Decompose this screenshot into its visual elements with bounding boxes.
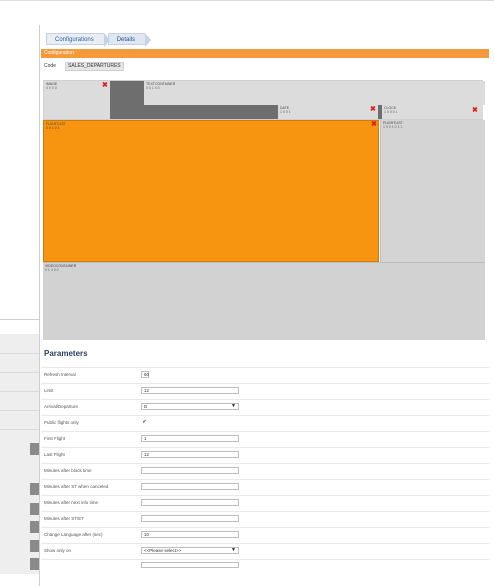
tile-textcontainer-info: 0 0 1 4 0 <box>146 86 160 90</box>
param-minutes-after-st-canceled-input[interactable] <box>141 483 239 490</box>
left-panel-row-line <box>0 353 39 354</box>
param-public-flights-label: Public flights only <box>44 420 79 425</box>
param-first-flight-row: First Flight 1 <box>41 431 489 445</box>
left-panel <box>0 0 39 586</box>
param-refresh-interval-row: Refresh Interval 60 <box>41 367 489 381</box>
param-next-input[interactable] <box>141 562 239 568</box>
tile-clock-info: 1 0 0 0 1 <box>384 110 398 114</box>
param-arrival-departure-label: Arrival/Departure <box>44 404 79 409</box>
tile-videocontainer-info: 0 1 4 0 0 <box>45 268 59 272</box>
param-minutes-after-st-canceled-label: Minutes after ST when canceled <box>44 484 109 489</box>
param-arrival-departure-value: D <box>144 404 148 409</box>
param-change-language-label: Change Language after (sec) <box>44 532 103 537</box>
param-first-flight-label: First Flight <box>44 436 66 441</box>
breadcrumb-details[interactable]: Details <box>107 33 152 47</box>
tile-image-close-icon[interactable]: ✖ <box>102 82 108 89</box>
param-minutes-after-next-info-label: Minutes after next info time <box>44 500 99 505</box>
param-minutes-after-block-label: Minutes after block time <box>44 468 92 473</box>
tile-clock-close-icon[interactable]: ✖ <box>472 107 478 114</box>
left-panel-row-handle[interactable] <box>30 443 39 455</box>
param-minutes-after-st-et-label: Minutes after ST/ET <box>44 516 85 521</box>
tile-clock[interactable]: CLOCK 1 0 0 0 1 <box>382 105 483 119</box>
tile-image[interactable]: IMAGE 0 0 0 0 <box>44 81 110 119</box>
param-last-flight-row: Last Flight 12 <box>41 447 489 461</box>
param-show-only-on-label: Show only on <box>44 548 72 553</box>
tile-flightlist-main-close-icon[interactable]: ✖ <box>371 121 377 128</box>
left-panel-row-line <box>0 410 39 411</box>
param-arrival-departure-row: Arrival/Departure D ▼ <box>41 399 489 413</box>
dropdown-arrow-icon: ▼ <box>231 547 236 553</box>
tile-videocontainer[interactable]: VIDEOCONTAINER 0 1 4 0 0 <box>43 262 485 340</box>
left-panel-row-handle[interactable] <box>30 558 39 570</box>
left-panel-divider <box>0 319 39 320</box>
left-panel-row-line <box>0 372 39 373</box>
param-minutes-after-next-info-row: Minutes after next info time <box>41 495 489 509</box>
param-last-flight-label: Last Flight <box>44 452 65 457</box>
param-limit-row: Limit 12 <box>41 383 489 397</box>
param-limit-input[interactable]: 12 <box>141 387 239 394</box>
param-change-language-input[interactable]: 10 <box>141 531 239 538</box>
param-show-only-on-select[interactable]: <<Please select>> ▼ <box>141 547 239 554</box>
param-public-flights-checkbox[interactable]: ✔ <box>141 419 148 426</box>
param-public-flights-row: Public flights only ✔ <box>41 415 489 429</box>
configuration-header: Configuration <box>41 49 489 58</box>
top-border <box>39 0 494 1</box>
dropdown-arrow-icon: ▼ <box>231 403 236 409</box>
tile-dark-bar <box>144 105 278 119</box>
param-next-row <box>41 559 489 568</box>
breadcrumb-configurations[interactable]: Configurations <box>46 33 110 47</box>
code-label: Code <box>44 63 56 69</box>
tile-date-close-icon[interactable]: ✖ <box>370 106 376 113</box>
param-minutes-after-st-et-row: Minutes after ST/ET <box>41 511 489 525</box>
param-last-flight-input[interactable]: 12 <box>141 451 239 458</box>
param-minutes-after-block-input[interactable] <box>141 467 239 474</box>
tile-image-info: 0 0 0 0 <box>46 86 57 90</box>
left-panel-row-handle[interactable] <box>30 483 39 495</box>
param-minutes-after-next-info-input[interactable] <box>141 499 239 506</box>
code-value: SALES_DEPARTURES <box>65 62 124 71</box>
tile-flightlist-side-info: 1 0 0 1 0 1 1 <box>383 125 403 129</box>
left-panel-row-handle[interactable] <box>30 503 39 515</box>
param-refresh-interval-label: Refresh Interval <box>44 372 76 377</box>
tile-flightlist-side[interactable]: FLIGHTLIST 1 0 0 1 0 1 1 <box>380 120 485 262</box>
param-refresh-interval-input[interactable]: 60 <box>141 371 149 378</box>
param-show-only-on-value: <<Please select>> <box>144 548 182 553</box>
param-show-only-on-row: Show only on <<Please select>> ▼ <box>41 543 489 557</box>
tile-separator <box>110 81 144 119</box>
left-panel-row-handle[interactable] <box>30 540 39 552</box>
param-minutes-after-st-canceled-row: Minutes after ST when canceled <box>41 479 489 493</box>
param-change-language-row: Change Language after (sec) 10 <box>41 527 489 541</box>
param-minutes-after-block-row: Minutes after block time <box>41 463 489 477</box>
param-minutes-after-st-et-input[interactable] <box>141 515 239 522</box>
breadcrumb: Configurations Details <box>46 33 152 47</box>
left-panel-row-line <box>0 429 39 430</box>
tile-date[interactable]: DATE 1 0 0 1 <box>278 105 378 119</box>
tile-date-info: 1 0 0 1 <box>280 110 291 114</box>
left-panel-row-handle[interactable] <box>30 521 39 533</box>
tile-flightlist-main-info: 0 0 1 0 1 <box>46 126 60 130</box>
left-panel-top-border <box>0 0 39 1</box>
tile-flightlist-main[interactable]: FLIGHTLIST 0 0 1 0 1 <box>43 120 379 262</box>
param-arrival-departure-select[interactable]: D ▼ <box>141 403 239 410</box>
param-limit-label: Limit <box>44 388 54 393</box>
left-panel-row-line <box>0 391 39 392</box>
param-first-flight-input[interactable]: 1 <box>141 435 239 442</box>
parameters-title: Parameters <box>44 349 88 358</box>
code-row: Code SALES_DEPARTURES <box>41 62 489 71</box>
tile-textcontainer[interactable]: TEXTCONTAINER 0 0 1 4 0 <box>144 81 485 105</box>
